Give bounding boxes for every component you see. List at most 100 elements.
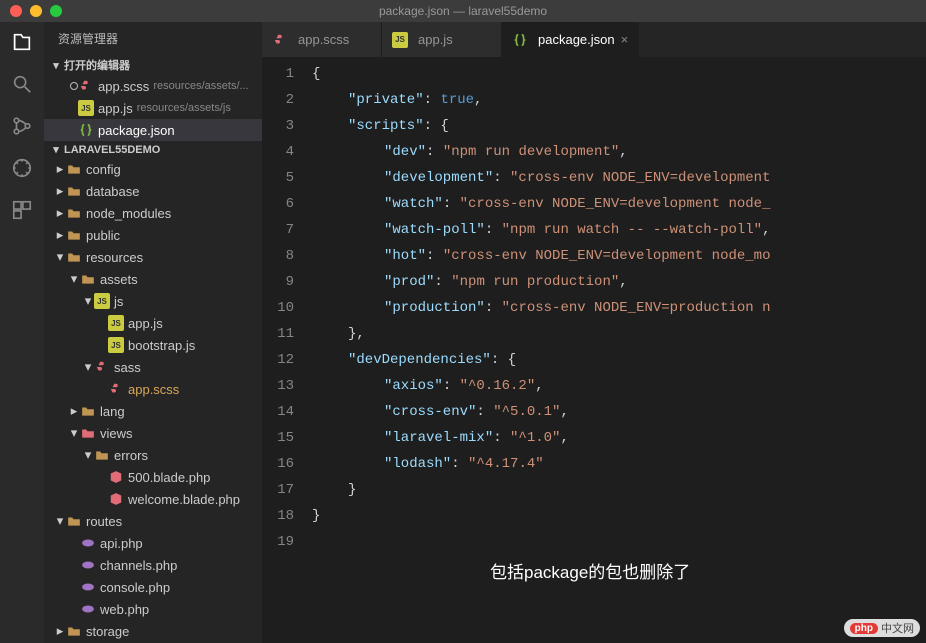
source-control-icon[interactable] <box>10 114 34 138</box>
code-line[interactable]: } <box>312 477 926 503</box>
twisty-icon: ▾ <box>54 513 66 529</box>
sass-icon <box>78 78 94 94</box>
code-line[interactable]: "hot": "cross-env NODE_ENV=development n… <box>312 243 926 269</box>
code-line[interactable]: }, <box>312 321 926 347</box>
file-path: resources/assets/... <box>153 80 248 92</box>
twisty-icon: ▾ <box>82 359 94 375</box>
folder-icon <box>66 183 82 199</box>
file-item[interactable]: JSbootstrap.js <box>44 334 262 356</box>
code-line[interactable]: "development": "cross-env NODE_ENV=devel… <box>312 165 926 191</box>
file-item[interactable]: web.php <box>44 598 262 620</box>
item-label: api.php <box>100 536 143 551</box>
code-line[interactable]: } <box>312 503 926 529</box>
code-line[interactable]: "private": true, <box>312 87 926 113</box>
twisty-icon: ▸ <box>54 205 66 221</box>
file-item[interactable]: app.scss <box>44 378 262 400</box>
line-number: 11 <box>262 321 294 347</box>
code-line[interactable]: "prod": "npm run production", <box>312 269 926 295</box>
file-item[interactable]: console.php <box>44 576 262 598</box>
code-line[interactable]: { <box>312 61 926 87</box>
folder-item[interactable]: ▾sass <box>44 356 262 378</box>
line-number: 12 <box>262 347 294 373</box>
file-item[interactable]: channels.php <box>44 554 262 576</box>
item-label: storage <box>86 624 129 639</box>
php-icon <box>80 579 96 595</box>
chevron-down-icon: ▾ <box>50 143 62 156</box>
item-label: app.scss <box>128 382 179 397</box>
folder-item[interactable]: ▸storage <box>44 620 262 642</box>
folder-item[interactable]: ▾routes <box>44 510 262 532</box>
code-line[interactable]: "watch-poll": "npm run watch -- --watch-… <box>312 217 926 243</box>
line-number: 5 <box>262 165 294 191</box>
item-label: 500.blade.php <box>128 470 210 485</box>
minimize-window-button[interactable] <box>30 5 42 17</box>
folder-item[interactable]: ▸lang <box>44 400 262 422</box>
folder-item[interactable]: ▸public <box>44 224 262 246</box>
folder-item[interactable]: ▸database <box>44 180 262 202</box>
code-line[interactable]: "lodash": "^4.17.4" <box>312 451 926 477</box>
code-line[interactable]: "cross-env": "^5.0.1", <box>312 399 926 425</box>
json-icon <box>78 122 94 138</box>
maximize-window-button[interactable] <box>50 5 62 17</box>
editor-tab[interactable]: JSapp.js <box>382 22 502 57</box>
folder-item[interactable]: ▾views <box>44 422 262 444</box>
tab-label: app.scss <box>298 32 349 47</box>
code-line[interactable]: "watch": "cross-env NODE_ENV=development… <box>312 191 926 217</box>
code-line[interactable]: "laravel-mix": "^1.0", <box>312 425 926 451</box>
editor-tabs: app.scss JSapp.jspackage.json× <box>262 22 926 57</box>
item-label: config <box>86 162 121 177</box>
js-icon: JS <box>108 315 124 331</box>
file-item[interactable]: api.php <box>44 532 262 554</box>
sass-icon <box>272 32 288 48</box>
folder-icon <box>80 403 96 419</box>
chevron-down-icon: ▾ <box>50 59 62 72</box>
project-header[interactable]: ▾ LARAVEL55DEMO <box>44 141 262 158</box>
editor-tab[interactable]: app.scss <box>262 22 382 57</box>
laravel-icon <box>108 469 124 485</box>
js-icon: JS <box>78 100 94 116</box>
editor-tab[interactable]: package.json× <box>502 22 639 57</box>
code-line[interactable] <box>312 529 926 555</box>
folder-item[interactable]: ▸node_modules <box>44 202 262 224</box>
twisty-icon: ▾ <box>68 425 80 441</box>
js-icon: JS <box>94 293 110 309</box>
code-line[interactable]: "axios": "^0.16.2", <box>312 373 926 399</box>
line-number: 15 <box>262 425 294 451</box>
code-line[interactable]: "scripts": { <box>312 113 926 139</box>
search-icon[interactable] <box>10 72 34 96</box>
open-editors-header[interactable]: ▾ 打开的编辑器 <box>44 55 262 75</box>
close-window-button[interactable] <box>10 5 22 17</box>
twisty-icon: ▸ <box>68 403 80 419</box>
folder-item[interactable]: ▾JSjs <box>44 290 262 312</box>
open-editor-item[interactable]: app.scss resources/assets/... <box>44 75 262 97</box>
code-line[interactable]: "production": "cross-env NODE_ENV=produc… <box>312 295 926 321</box>
code-line[interactable]: "dev": "npm run development", <box>312 139 926 165</box>
extensions-icon[interactable] <box>10 198 34 222</box>
file-item[interactable]: 500.blade.php <box>44 466 262 488</box>
file-name: app.scss <box>98 79 149 94</box>
open-editor-item[interactable]: JSapp.jsresources/assets/js <box>44 97 262 119</box>
code-content[interactable]: {"private": true,"scripts": {"dev": "npm… <box>312 57 926 643</box>
line-number: 2 <box>262 87 294 113</box>
close-icon[interactable]: × <box>621 32 629 47</box>
debug-icon[interactable] <box>10 156 34 180</box>
laravel-icon <box>108 491 124 507</box>
file-item[interactable]: welcome.blade.php <box>44 488 262 510</box>
code-editor[interactable]: 12345678910111213141516171819 {"private"… <box>262 57 926 643</box>
line-number: 3 <box>262 113 294 139</box>
code-line[interactable]: "devDependencies": { <box>312 347 926 373</box>
item-label: console.php <box>100 580 170 595</box>
folder-item[interactable]: ▾errors <box>44 444 262 466</box>
file-item[interactable]: JSapp.js <box>44 312 262 334</box>
open-editor-item[interactable]: package.json <box>44 119 262 141</box>
line-number: 14 <box>262 399 294 425</box>
folder-item[interactable]: ▾resources <box>44 246 262 268</box>
folder-icon <box>94 447 110 463</box>
line-number: 16 <box>262 451 294 477</box>
folder-item[interactable]: ▾assets <box>44 268 262 290</box>
folder-icon <box>66 205 82 221</box>
folder-item[interactable]: ▸config <box>44 158 262 180</box>
open-editors-list: app.scss resources/assets/... JSapp.jsreso… <box>44 75 262 141</box>
explorer-icon[interactable] <box>10 30 34 54</box>
file-tree: ▸config▸database▸node_modules▸public▾res… <box>44 158 262 642</box>
